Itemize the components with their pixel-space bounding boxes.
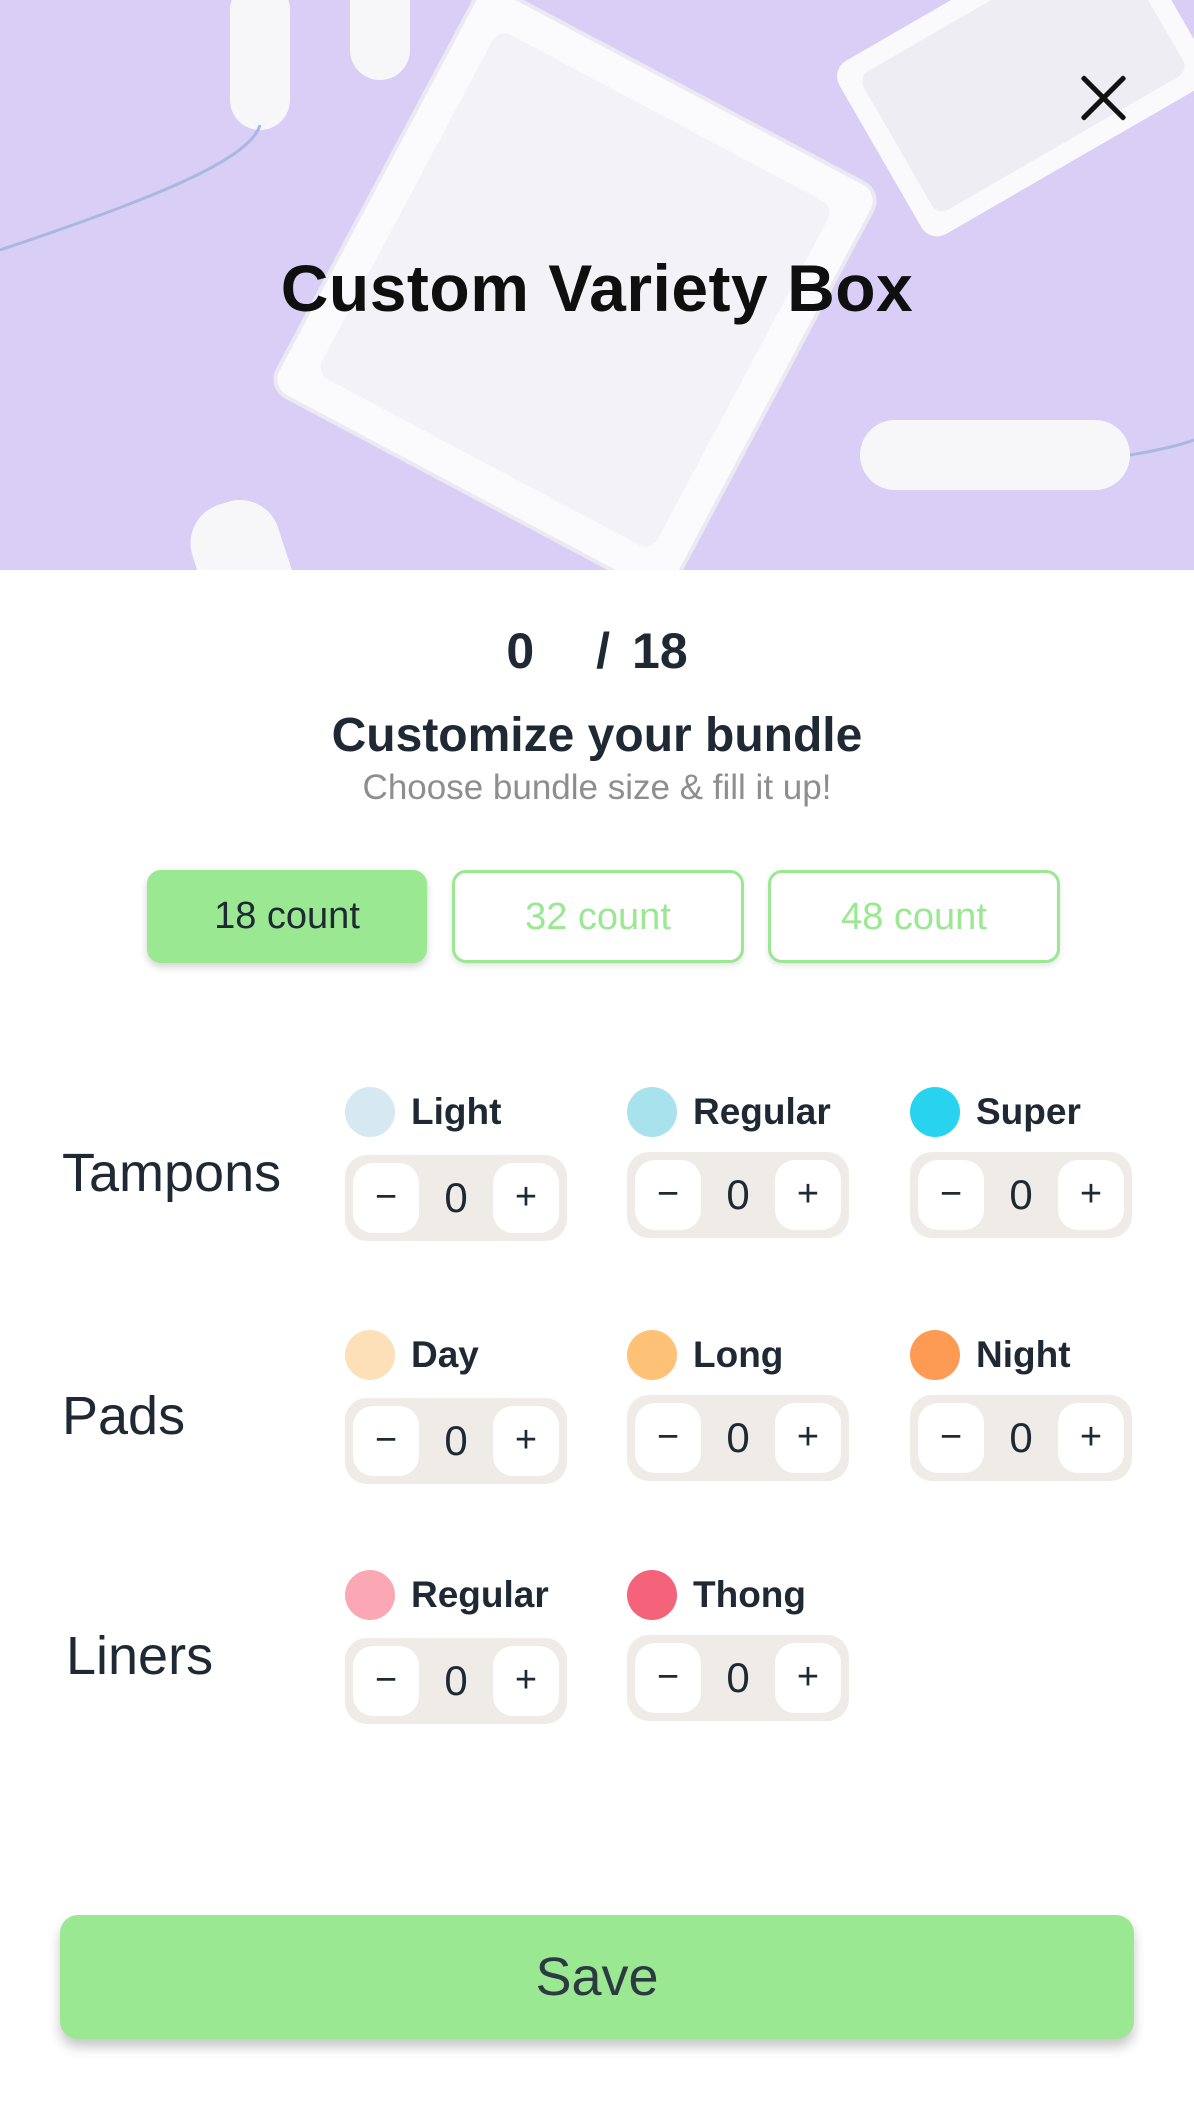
quantity-stepper-tampons-regular: − 0 + bbox=[627, 1152, 849, 1238]
counter-separator: / bbox=[596, 623, 611, 679]
variant-name: Regular bbox=[411, 1574, 549, 1615]
color-dot bbox=[345, 1570, 395, 1620]
variant-label-liners-thong: Thong bbox=[627, 1570, 806, 1620]
quantity-value: 0 bbox=[444, 1174, 468, 1221]
hero-banner: Custom Variety Box bbox=[0, 0, 1194, 570]
increment-button[interactable]: + bbox=[493, 1163, 559, 1233]
quantity-value: 0 bbox=[1009, 1414, 1033, 1461]
variant-name: Long bbox=[693, 1334, 784, 1375]
decrement-button[interactable]: − bbox=[918, 1160, 984, 1230]
decrement-button[interactable]: − bbox=[635, 1160, 701, 1230]
decrement-button[interactable]: − bbox=[635, 1643, 701, 1713]
category-label-liners: Liners bbox=[66, 1626, 214, 1686]
increment-button[interactable]: + bbox=[493, 1406, 559, 1476]
size-option-18[interactable]: 18 count bbox=[147, 870, 427, 963]
bundle-subheading: Choose bundle size & fill it up! bbox=[362, 768, 832, 807]
close-icon[interactable] bbox=[1075, 70, 1131, 126]
quantity-value: 0 bbox=[1009, 1171, 1033, 1218]
save-button[interactable]: Save bbox=[60, 1915, 1134, 2039]
quantity-value: 0 bbox=[444, 1417, 468, 1464]
quantity-stepper-tampons-super: − 0 + bbox=[910, 1152, 1132, 1238]
bundle-modal: Custom Variety Box 0 / 18 Customize your b… bbox=[0, 0, 1194, 2115]
variant-label-liners-regular: Regular bbox=[345, 1570, 549, 1620]
variant-name: Day bbox=[411, 1334, 479, 1375]
increment-button[interactable]: + bbox=[1058, 1160, 1124, 1230]
color-dot bbox=[910, 1087, 960, 1137]
variant-label-pads-night: Night bbox=[910, 1330, 1071, 1380]
page-title: Custom Variety Box bbox=[280, 251, 914, 325]
size-option-32[interactable]: 32 count bbox=[452, 870, 744, 963]
decrement-button[interactable]: − bbox=[635, 1403, 701, 1473]
quantity-stepper-pads-night: − 0 + bbox=[910, 1395, 1132, 1481]
decrement-button[interactable]: − bbox=[918, 1403, 984, 1473]
color-dot bbox=[627, 1087, 677, 1137]
selected-count: 0 bbox=[506, 623, 535, 679]
quantity-stepper-liners-thong: − 0 + bbox=[627, 1635, 849, 1721]
bundle-total: 18 bbox=[632, 623, 688, 679]
category-label-pads: Pads bbox=[62, 1386, 186, 1446]
color-dot bbox=[627, 1570, 677, 1620]
decrement-button[interactable]: − bbox=[353, 1646, 419, 1716]
variant-name: Light bbox=[411, 1091, 502, 1132]
color-dot bbox=[345, 1087, 395, 1137]
decrement-button[interactable]: − bbox=[353, 1163, 419, 1233]
variant-name: Super bbox=[976, 1091, 1081, 1132]
quantity-stepper-pads-day: − 0 + bbox=[345, 1398, 567, 1484]
increment-button[interactable]: + bbox=[1058, 1403, 1124, 1473]
color-dot bbox=[910, 1330, 960, 1380]
increment-button[interactable]: + bbox=[493, 1646, 559, 1716]
quantity-stepper-pads-long: − 0 + bbox=[627, 1395, 849, 1481]
variant-label-tampons-super: Super bbox=[910, 1087, 1081, 1137]
quantity-value: 0 bbox=[444, 1657, 468, 1704]
quantity-value: 0 bbox=[726, 1171, 750, 1218]
variant-name: Night bbox=[976, 1334, 1071, 1375]
variant-label-pads-long: Long bbox=[627, 1330, 783, 1380]
bundle-heading: Customize your bundle bbox=[331, 709, 863, 762]
category-label-tampons: Tampons bbox=[62, 1143, 282, 1203]
increment-button[interactable]: + bbox=[775, 1643, 841, 1713]
increment-button[interactable]: + bbox=[775, 1403, 841, 1473]
variant-label-pads-day: Day bbox=[345, 1330, 479, 1380]
variant-name: Thong bbox=[693, 1574, 807, 1615]
variant-label-tampons-light: Light bbox=[345, 1087, 501, 1137]
color-dot bbox=[627, 1330, 677, 1380]
bundle-progress-counter: 0 / 18 bbox=[0, 622, 1194, 680]
decrement-button[interactable]: − bbox=[353, 1406, 419, 1476]
size-option-48[interactable]: 48 count bbox=[768, 870, 1060, 963]
increment-button[interactable]: + bbox=[775, 1160, 841, 1230]
quantity-value: 0 bbox=[726, 1654, 750, 1701]
quantity-value: 0 bbox=[726, 1414, 750, 1461]
color-dot bbox=[345, 1330, 395, 1380]
variant-label-tampons-regular: Regular bbox=[627, 1087, 831, 1137]
quantity-stepper-tampons-light: − 0 + bbox=[345, 1155, 567, 1241]
quantity-stepper-liners-regular: − 0 + bbox=[345, 1638, 567, 1724]
variant-name: Regular bbox=[693, 1091, 831, 1132]
